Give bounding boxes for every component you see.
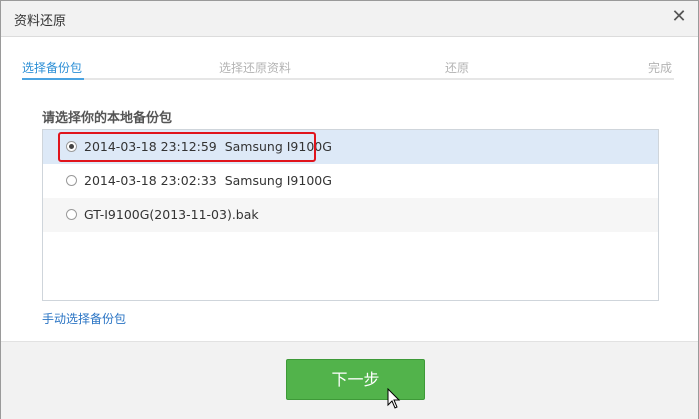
title-bar: 资料还原 ✕ xyxy=(1,1,698,37)
manual-select-backup-link[interactable]: 手动选择备份包 xyxy=(42,310,126,327)
step-restore: 还原 xyxy=(445,61,470,75)
step-complete: 完成 xyxy=(648,61,673,75)
window-title: 资料还原 xyxy=(14,14,67,29)
backup-item[interactable]: GT-I9100G(2013-11-03).bak xyxy=(43,198,658,232)
backup-list: 2014-03-18 23:12:59 Samsung I9100G 2014-… xyxy=(42,129,659,301)
section-label: 请选择你的本地备份包 xyxy=(42,111,173,126)
radio-button[interactable] xyxy=(66,175,77,186)
close-icon[interactable]: ✕ xyxy=(668,6,690,28)
step-progress-active xyxy=(22,78,84,80)
next-step-button[interactable]: 下一步 xyxy=(286,359,425,400)
backup-item-label: GT-I9100G(2013-11-03).bak xyxy=(84,207,259,222)
step-indicator: 选择备份包 选择还原资料 还原 完成 xyxy=(22,59,674,80)
backup-item[interactable]: 2014-03-18 23:12:59 Samsung I9100G xyxy=(43,130,658,164)
step-select-data: 选择还原资料 xyxy=(219,61,292,75)
red-highlight-box xyxy=(58,132,316,162)
radio-button[interactable] xyxy=(66,209,77,220)
step-select-backup: 选择备份包 xyxy=(22,61,83,75)
backup-item[interactable]: 2014-03-18 23:02:33 Samsung I9100G xyxy=(43,164,658,198)
mouse-cursor-icon xyxy=(387,388,401,409)
restore-dialog: 资料还原 ✕ 选择备份包 选择还原资料 还原 完成 请选择你的本地备份包 201… xyxy=(0,0,699,419)
step-progress-track xyxy=(22,78,674,80)
footer: 下一步 xyxy=(1,341,698,419)
backup-item-label: 2014-03-18 23:02:33 Samsung I9100G xyxy=(84,173,332,188)
